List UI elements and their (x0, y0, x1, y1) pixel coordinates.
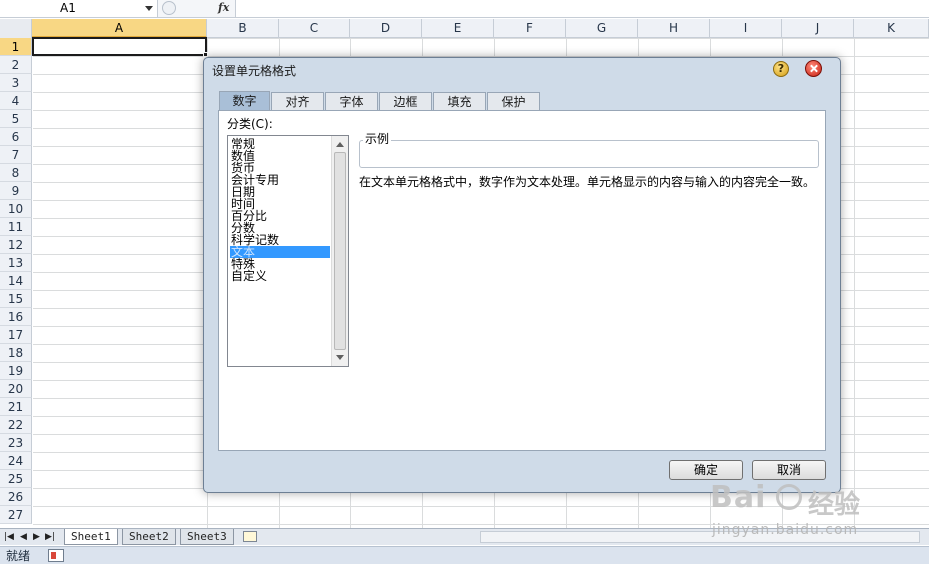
scroll-down-icon[interactable] (336, 355, 344, 360)
close-icon[interactable] (805, 60, 822, 77)
row-header-13[interactable]: 13 (0, 254, 32, 272)
column-header-g[interactable]: G (566, 19, 638, 38)
active-cell-a1[interactable] (32, 37, 207, 56)
tab-alignment[interactable]: 对齐 (271, 92, 324, 111)
status-bar: 就绪 (0, 546, 929, 564)
row-header-4[interactable]: 4 (0, 92, 32, 110)
row-header-5[interactable]: 5 (0, 110, 32, 128)
macro-record-icon[interactable] (48, 549, 64, 562)
column-header-row: A B C D E F G H I J K (0, 19, 929, 38)
row-header-17[interactable]: 17 (0, 326, 32, 344)
insert-sheet-icon[interactable] (243, 531, 257, 542)
row-header-23[interactable]: 23 (0, 434, 32, 452)
row-header-20[interactable]: 20 (0, 380, 32, 398)
dialog-title: 设置单元格格式 (212, 64, 297, 78)
number-tab-panel: 分类(C): 常规 数值 货币 会计专用 日期 时间 百分比 分数 科学记数 文… (218, 110, 826, 451)
name-box-value: A1 (60, 1, 76, 15)
column-header-c[interactable]: C (279, 19, 350, 38)
status-ready-text: 就绪 (6, 549, 31, 563)
column-header-h[interactable]: H (638, 19, 710, 38)
formula-bar: A1 fx (0, 0, 929, 18)
row-header-25[interactable]: 25 (0, 470, 32, 488)
baidu-jingyan-watermark: Bai 经验 jingyan.baidu.com (710, 480, 910, 540)
row-header-19[interactable]: 19 (0, 362, 32, 380)
sheet-tab-sheet3[interactable]: Sheet3 (180, 529, 234, 545)
sample-box (359, 140, 819, 168)
column-header-k[interactable]: K (854, 19, 929, 38)
row-header-15[interactable]: 15 (0, 290, 32, 308)
row-header-12[interactable]: 12 (0, 236, 32, 254)
category-label: 分类(C): (227, 117, 273, 131)
row-header-9[interactable]: 9 (0, 182, 32, 200)
category-item-custom[interactable]: 自定义 (230, 270, 330, 282)
row-header-24[interactable]: 24 (0, 452, 32, 470)
row-header-18[interactable]: 18 (0, 344, 32, 362)
row-header-22[interactable]: 22 (0, 416, 32, 434)
column-header-j[interactable]: J (782, 19, 854, 38)
scroll-thumb[interactable] (334, 152, 346, 350)
grid-line (854, 38, 855, 528)
formula-buttons: fx (158, 0, 236, 17)
scroll-up-icon[interactable] (336, 142, 344, 147)
row-header-6[interactable]: 6 (0, 128, 32, 146)
format-description: 在文本单元格格式中，数字作为文本处理。单元格显示的内容与输入的内容完全一致。 (359, 175, 816, 189)
name-box[interactable]: A1 (0, 0, 158, 17)
first-sheet-icon[interactable]: |◀ (4, 532, 14, 542)
last-sheet-icon[interactable]: ▶| (45, 532, 55, 542)
category-listbox[interactable]: 常规 数值 货币 会计专用 日期 时间 百分比 分数 科学记数 文本 特殊 自定… (227, 135, 349, 367)
watermark-logo-cn: 经验 (808, 490, 861, 520)
paw-icon (776, 484, 802, 510)
tab-fill[interactable]: 填充 (433, 92, 486, 111)
formula-expand-icon[interactable] (162, 1, 176, 15)
row-header-10[interactable]: 10 (0, 200, 32, 218)
sample-label: 示例 (363, 132, 392, 146)
cancel-button[interactable]: 取消 (752, 460, 826, 480)
category-scrollbar[interactable] (331, 136, 348, 366)
chevron-down-icon[interactable] (145, 6, 153, 11)
row-header-2[interactable]: 2 (0, 56, 32, 74)
column-header-f[interactable]: F (494, 19, 566, 38)
tab-number[interactable]: 数字 (219, 91, 270, 111)
row-header-21[interactable]: 21 (0, 398, 32, 416)
next-sheet-icon[interactable]: ▶ (33, 532, 40, 542)
watermark-logo: Bai (710, 480, 767, 515)
watermark-url: jingyan.baidu.com (712, 522, 859, 538)
row-header-11[interactable]: 11 (0, 218, 32, 236)
column-header-e[interactable]: E (422, 19, 494, 38)
tab-border[interactable]: 边框 (379, 92, 432, 111)
row-header-7[interactable]: 7 (0, 146, 32, 164)
ok-button[interactable]: 确定 (669, 460, 743, 480)
prev-sheet-icon[interactable]: ◀ (20, 532, 27, 542)
sheet-tab-sheet1[interactable]: Sheet1 (64, 529, 118, 545)
insert-function-button[interactable]: fx (218, 0, 229, 16)
format-cells-dialog: 设置单元格格式 ? 数字 对齐 字体 边框 填充 保护 分类(C): 常规 数值… (203, 57, 841, 493)
column-header-i[interactable]: I (710, 19, 782, 38)
column-header-d[interactable]: D (350, 19, 422, 38)
row-header-16[interactable]: 16 (0, 308, 32, 326)
row-header-26[interactable]: 26 (0, 488, 32, 506)
help-icon[interactable]: ? (773, 61, 789, 77)
column-header-a[interactable]: A (32, 19, 207, 38)
column-header-b[interactable]: B (207, 19, 279, 38)
row-header-14[interactable]: 14 (0, 272, 32, 290)
tab-protection[interactable]: 保护 (487, 92, 540, 111)
sheet-tab-sheet2[interactable]: Sheet2 (122, 529, 176, 545)
tab-font[interactable]: 字体 (325, 92, 378, 111)
row-header-1[interactable]: 1 (0, 38, 32, 56)
row-header-3[interactable]: 3 (0, 74, 32, 92)
row-header-27[interactable]: 27 (0, 506, 32, 524)
select-all-corner[interactable] (0, 19, 32, 38)
row-header-8[interactable]: 8 (0, 164, 32, 182)
